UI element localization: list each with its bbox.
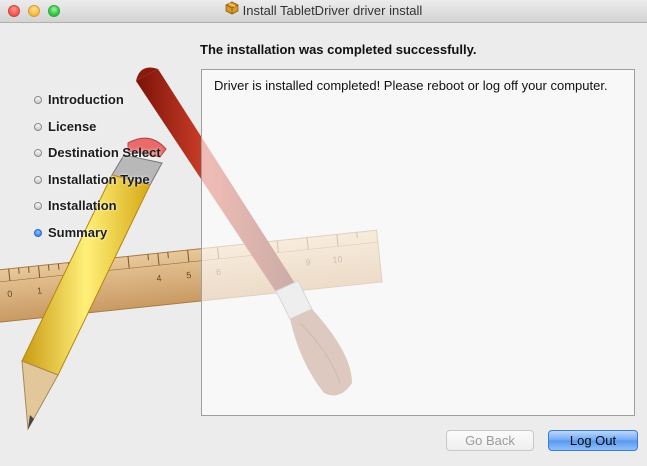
title-bar[interactable]: Install TabletDriver driver install (0, 0, 647, 23)
completion-heading: The installation was completed successfu… (200, 42, 477, 57)
svg-text:5: 5 (186, 270, 192, 280)
step-installation-type: Installation Type (34, 172, 161, 199)
step-label: Installation Type (48, 171, 150, 187)
svg-text:4: 4 (156, 273, 162, 283)
step-introduction: Introduction (34, 92, 161, 119)
package-icon (225, 0, 239, 22)
window-title: Install TabletDriver driver install (242, 3, 423, 18)
step-bullet-active-icon (34, 228, 42, 237)
step-license: License (34, 119, 161, 146)
svg-text:0: 0 (7, 289, 13, 299)
step-destination-select: Destination Select (34, 145, 161, 172)
step-label: Summary (48, 224, 108, 240)
step-label: Installation (48, 198, 117, 213)
svg-text:1: 1 (37, 286, 43, 296)
window-title-wrap: Install TabletDriver driver install (0, 0, 647, 22)
step-installation: Installation (34, 198, 161, 225)
step-bullet-icon (34, 202, 42, 210)
step-label: Introduction (48, 92, 124, 107)
summary-message: Driver is installed completed! Please re… (214, 78, 608, 93)
summary-content-panel: Driver is installed completed! Please re… (201, 69, 635, 416)
log-out-button[interactable]: Log Out (548, 430, 638, 451)
installer-steps-list: Introduction License Destination Select … (34, 92, 161, 251)
step-label: Destination Select (48, 145, 161, 160)
go-back-button: Go Back (446, 430, 534, 451)
installer-window: Install TabletDriver driver install 0 1 … (0, 0, 647, 466)
step-bullet-icon (34, 175, 42, 184)
step-summary: Summary (34, 225, 161, 252)
step-bullet-icon (34, 96, 42, 104)
step-label: License (48, 118, 97, 134)
step-bullet-icon (34, 149, 42, 157)
step-bullet-icon (34, 122, 42, 131)
